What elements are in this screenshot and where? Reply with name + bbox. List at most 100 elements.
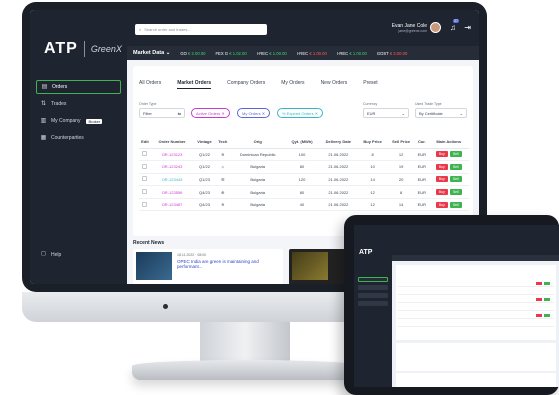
table-row [398,289,554,295]
hydro-icon: ≋ [215,148,230,162]
orders-card: All Orders Market Orders Company Orders … [133,66,473,236]
order-number-link[interactable]: OR-123443 [150,173,194,187]
tablet: ATP [344,215,559,395]
table-row[interactable]: OR-123556 Q4/23 ⊕ Bulgaria 80 21.06.2022… [139,185,469,199]
table-row [398,281,554,287]
sidebar-item-label: Counterparties [51,135,84,141]
chevron-down-icon: ⌄ [459,110,463,116]
trade-type-label: Used Trade Type [415,102,442,106]
ticker-label[interactable]: Market Data ⌄ [133,50,170,56]
tab-my-orders[interactable]: My Orders [281,80,304,89]
monitor-stand-neck [200,322,290,364]
user-email: jane@greenx.com [398,29,427,33]
sidebar-item-label: Orders [52,84,68,90]
row-checkbox[interactable] [142,189,148,195]
hydro-icon: ≋ [215,198,230,212]
buy-button[interactable]: Buy [435,151,448,158]
notification-count: 27 [453,19,459,23]
order-number-link[interactable]: OR-123243 [150,160,194,174]
bell-icon[interactable]: ♫ [450,23,456,32]
order-number-link[interactable]: OR-123487 [150,198,194,212]
tablet-screen: ATP [354,225,559,387]
tab-preset[interactable]: Preset [363,80,377,89]
sell-button[interactable]: Sell [449,176,462,183]
row-checkbox[interactable] [142,163,148,169]
buy-button[interactable] [536,298,542,301]
buy-button[interactable]: Buy [435,201,448,208]
tab-new-orders[interactable]: New Orders [321,80,348,89]
ticker-item: FEX G € 1.02.00 [215,50,247,56]
sidebar: ATP GreenX ▤ Orders ⇅ Trades ▥ My Compan… [30,10,127,284]
sidebar-item-label: Trades [51,101,67,107]
logo-divider [83,41,85,57]
news-date: 18.11.2022 · 08:00 [177,253,207,257]
buy-button[interactable] [536,282,542,285]
news-image [136,252,172,280]
order-number-link[interactable]: OR-123556 [150,185,194,199]
ticker-item: I-REC € 1.00.00 [336,50,367,56]
tablet-nav [358,277,388,309]
order-type-label: Order Type [139,102,157,106]
table-row[interactable]: OR-123443 Q1/23 ☰ Bulgaria 120 21.06.202… [139,173,469,187]
buy-button[interactable]: Buy [435,176,448,183]
tab-all-orders[interactable]: All Orders [139,80,161,89]
buy-button[interactable] [536,314,542,317]
sidebar-item-counterparties[interactable]: ▦ Counterparties [36,131,121,145]
news-headline[interactable]: OPEC India are green is maintaining and … [177,259,277,269]
sidebar-item-my-company[interactable]: ▥ My Company Broker [36,114,121,128]
tablet-logo: ATP [359,249,373,256]
app-logo[interactable]: ATP GreenX [44,40,122,58]
chip-expired-orders[interactable]: % Expired Orders ✕ [277,108,324,118]
sell-button[interactable]: Sell [449,201,462,208]
search-placeholder: Search order and trades... [144,27,191,32]
buy-button[interactable]: Buy [435,189,448,196]
search-input[interactable]: ⌕ Search order and trades... [135,24,267,35]
tablet-nav-item[interactable] [358,277,388,282]
ticker-item: GO € 2.00.00 [180,50,206,56]
table-row [398,305,554,311]
order-type-select[interactable]: Filter ⇆ [139,108,185,118]
logout-icon[interactable]: ⇥ [464,23,471,32]
sell-button[interactable]: Sell [449,163,462,170]
table-header: Edit Order Number Vintage Tech Orig Qyt.… [139,136,469,149]
sidebar-item-orders[interactable]: ▤ Orders [36,80,121,94]
tablet-nav-item[interactable] [358,293,388,298]
tab-company-orders[interactable]: Company Orders [227,80,265,89]
tablet-detail-card [396,343,556,371]
ticker-item: GOST € 3.00.00 [376,50,408,56]
solar-icon: ☼ [215,160,230,174]
trade-type-select[interactable]: By Certificate ⌄ [415,108,467,118]
tab-market-orders[interactable]: Market Orders [177,80,212,89]
row-checkbox[interactable] [142,151,148,157]
news-card[interactable]: 18.11.2022 · 08:00 OPEC India are green … [133,249,283,284]
table-row [398,297,554,303]
tablet-news [396,373,556,387]
sell-button[interactable] [544,314,550,317]
table-row[interactable]: OR-123243 Q1/22 ☼ Bulgaria 80 21.06.2022… [139,160,469,174]
logo-text: ATP [44,40,78,57]
currency-select[interactable]: EUR ⌄ [363,108,409,118]
table-row[interactable]: OR-123487 Q4/23 ≋ Bulgaria 40 21.06.2022… [139,198,469,212]
chip-active-orders[interactable]: Active Orders ✕ [191,108,230,118]
topbar: ⌕ Search order and trades... Evan Jane C… [127,10,479,46]
trades-icon: ⇅ [40,100,47,107]
tablet-nav-item[interactable] [358,285,388,290]
order-number-link[interactable]: OR-123123 [150,148,194,162]
chip-my-orders[interactable]: My Orders ✕ [237,108,271,118]
sidebar-item-trades[interactable]: ⇅ Trades [36,97,121,111]
orders-table: Edit Order Number Vintage Tech Orig Qyt.… [139,136,469,212]
help-link[interactable]: ◻ Help [40,251,61,258]
biomass-icon: ⊕ [215,185,230,199]
sell-button[interactable] [544,282,550,285]
table-row[interactable]: OR-123123 Q1/22 ≋ Dominican Republic 100… [139,148,469,162]
currency-label: Currency [363,102,378,106]
tablet-nav-item[interactable] [358,301,388,306]
row-checkbox[interactable] [142,176,148,182]
help-label: Help [51,251,62,258]
row-checkbox[interactable] [142,201,148,207]
sell-button[interactable] [544,298,550,301]
avatar[interactable] [430,22,441,33]
buy-button[interactable]: Buy [435,163,448,170]
sell-button[interactable]: Sell [449,189,462,196]
sell-button[interactable]: Sell [449,151,462,158]
